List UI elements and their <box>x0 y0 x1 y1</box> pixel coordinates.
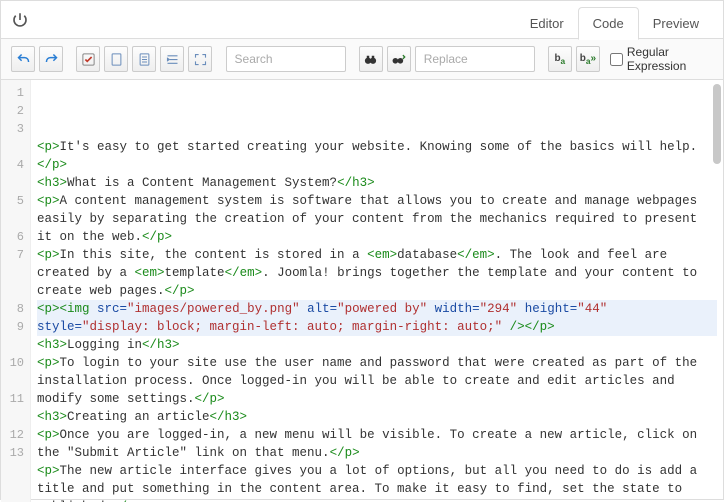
regex-checkbox-wrap[interactable]: Regular Expression <box>610 45 713 73</box>
replace-one-button[interactable]: ba <box>548 46 572 72</box>
power-icon[interactable] <box>11 11 29 29</box>
fullscreen-button[interactable] <box>188 46 212 72</box>
code-area[interactable]: <p>It's easy to get started creating you… <box>31 80 723 502</box>
find-button[interactable] <box>359 46 383 72</box>
indent-button[interactable] <box>160 46 184 72</box>
scrollbar-thumb[interactable] <box>713 84 721 164</box>
regex-label: Regular Expression <box>627 45 713 73</box>
code-line[interactable]: <h3>What is a Content Management System?… <box>37 174 717 192</box>
code-line[interactable]: <h3>Creating an article</h3> <box>37 408 717 426</box>
find-next-button[interactable] <box>387 46 411 72</box>
redo-button[interactable] <box>39 46 63 72</box>
check-button[interactable] <box>76 46 100 72</box>
code-line[interactable]: <p>Once you are logged-in, a new menu wi… <box>37 426 717 462</box>
code-line[interactable]: <h3>Logging in</h3> <box>37 336 717 354</box>
replace-input[interactable] <box>415 46 535 72</box>
code-editor: 12345678910111213 <p>It's easy to get st… <box>1 80 723 502</box>
replace-all-button[interactable]: ba» <box>576 46 600 72</box>
code-line[interactable]: <p>The new article interface gives you a… <box>37 462 717 502</box>
tab-editor[interactable]: Editor <box>516 8 578 39</box>
toolbar: ba ba» Regular Expression <box>1 39 723 80</box>
code-line[interactable]: <p>In this site, the content is stored i… <box>37 246 717 300</box>
top-bar: Editor Code Preview <box>1 1 723 39</box>
view-tabs: Editor Code Preview <box>516 1 713 39</box>
code-line[interactable]: <p><img src="images/powered_by.png" alt=… <box>37 300 717 336</box>
tab-preview[interactable]: Preview <box>639 8 713 39</box>
code-line[interactable]: <p>It's easy to get started creating you… <box>37 138 717 174</box>
code-line[interactable]: <p>A content management system is softwa… <box>37 192 717 246</box>
regex-checkbox[interactable] <box>610 53 623 66</box>
undo-button[interactable] <box>11 46 35 72</box>
doc-button[interactable] <box>104 46 128 72</box>
search-input[interactable] <box>226 46 346 72</box>
code-line[interactable]: <p>To login to your site use the user na… <box>37 354 717 408</box>
doc-lines-button[interactable] <box>132 46 156 72</box>
tab-code[interactable]: Code <box>578 7 639 40</box>
line-gutter: 12345678910111213 <box>1 80 31 502</box>
